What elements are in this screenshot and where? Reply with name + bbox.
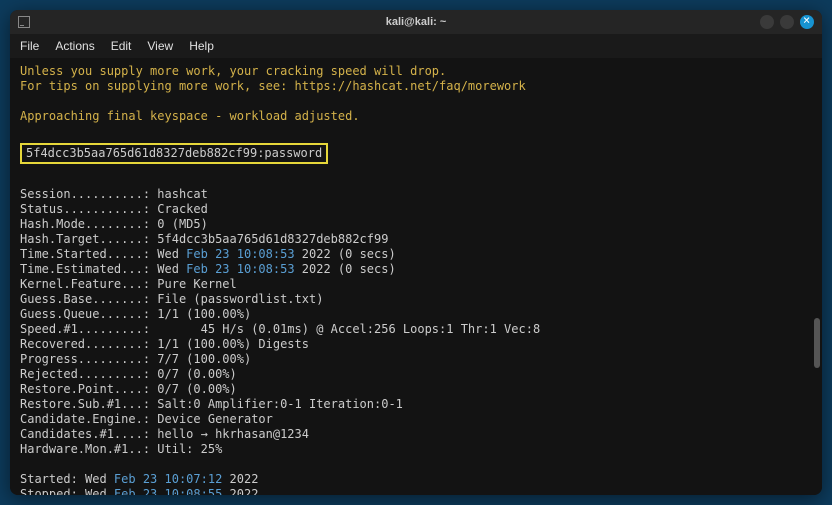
stat-recovered: Recovered........: 1/1 (100.00%) Digests [20,337,812,352]
stat-restore-sub: Restore.Sub.#1...: Salt:0 Amplifier:0-1 … [20,397,812,412]
keyspace-line: Approaching final keyspace - workload ad… [20,109,812,124]
stat-hardware: Hardware.Mon.#1..: Util: 25% [20,442,812,457]
terminal-body[interactable]: Unless you supply more work, your cracki… [10,58,822,495]
cracked-hash-text: 5f4dcc3b5aa765d61d8327deb882cf99:passwor… [26,146,322,160]
titlebar[interactable]: kali@kali: ~ [10,10,822,34]
blank-3 [20,172,812,187]
scrollbar-thumb[interactable] [814,318,820,368]
blank-2 [20,124,812,139]
warn-line-2: For tips on supplying more work, see: ht… [20,79,812,94]
stopped-line: Stopped: Wed Feb 23 10:08:55 2022 [20,487,812,495]
stat-target: Hash.Target......: 5f4dcc3b5aa765d61d832… [20,232,812,247]
window-controls [760,15,814,29]
stat-speed: Speed.#1.........: 45 H/s (0.01ms) @ Acc… [20,322,812,337]
window-title: kali@kali: ~ [386,16,447,28]
stat-session: Session..........: hashcat [20,187,812,202]
menu-edit[interactable]: Edit [111,39,132,53]
stat-base: Guess.Base.......: File (passwordlist.tx… [20,292,812,307]
blank-1 [20,94,812,109]
stat-mode: Hash.Mode........: 0 (MD5) [20,217,812,232]
stat-queue: Guess.Queue......: 1/1 (100.00%) [20,307,812,322]
stat-estimated: Time.Estimated...: Wed Feb 23 10:08:53 2… [20,262,812,277]
stat-rejected: Rejected.........: 0/7 (0.00%) [20,367,812,382]
maximize-button[interactable] [780,15,794,29]
terminal-icon [18,16,30,28]
stat-started: Time.Started.....: Wed Feb 23 10:08:53 2… [20,247,812,262]
blank-4 [20,457,812,472]
stat-progress: Progress.........: 7/7 (100.00%) [20,352,812,367]
stat-candidates: Candidates.#1....: hello → hkrhasan@1234 [20,427,812,442]
stat-feature: Kernel.Feature...: Pure Kernel [20,277,812,292]
stat-cand-engine: Candidate.Engine.: Device Generator [20,412,812,427]
titlebar-left [18,16,36,28]
menu-view[interactable]: View [147,39,173,53]
menu-actions[interactable]: Actions [55,39,94,53]
terminal-window: kali@kali: ~ File Actions Edit View Help… [10,10,822,495]
menu-help[interactable]: Help [189,39,214,53]
close-button[interactable] [800,15,814,29]
started-line: Started: Wed Feb 23 10:07:12 2022 [20,472,812,487]
stat-status: Status...........: Cracked [20,202,812,217]
stat-restore-point: Restore.Point....: 0/7 (0.00%) [20,382,812,397]
cracked-hash-highlight: 5f4dcc3b5aa765d61d8327deb882cf99:passwor… [20,143,328,164]
minimize-button[interactable] [760,15,774,29]
menubar: File Actions Edit View Help [10,34,822,58]
warn-line-1: Unless you supply more work, your cracki… [20,64,812,79]
menu-file[interactable]: File [20,39,39,53]
